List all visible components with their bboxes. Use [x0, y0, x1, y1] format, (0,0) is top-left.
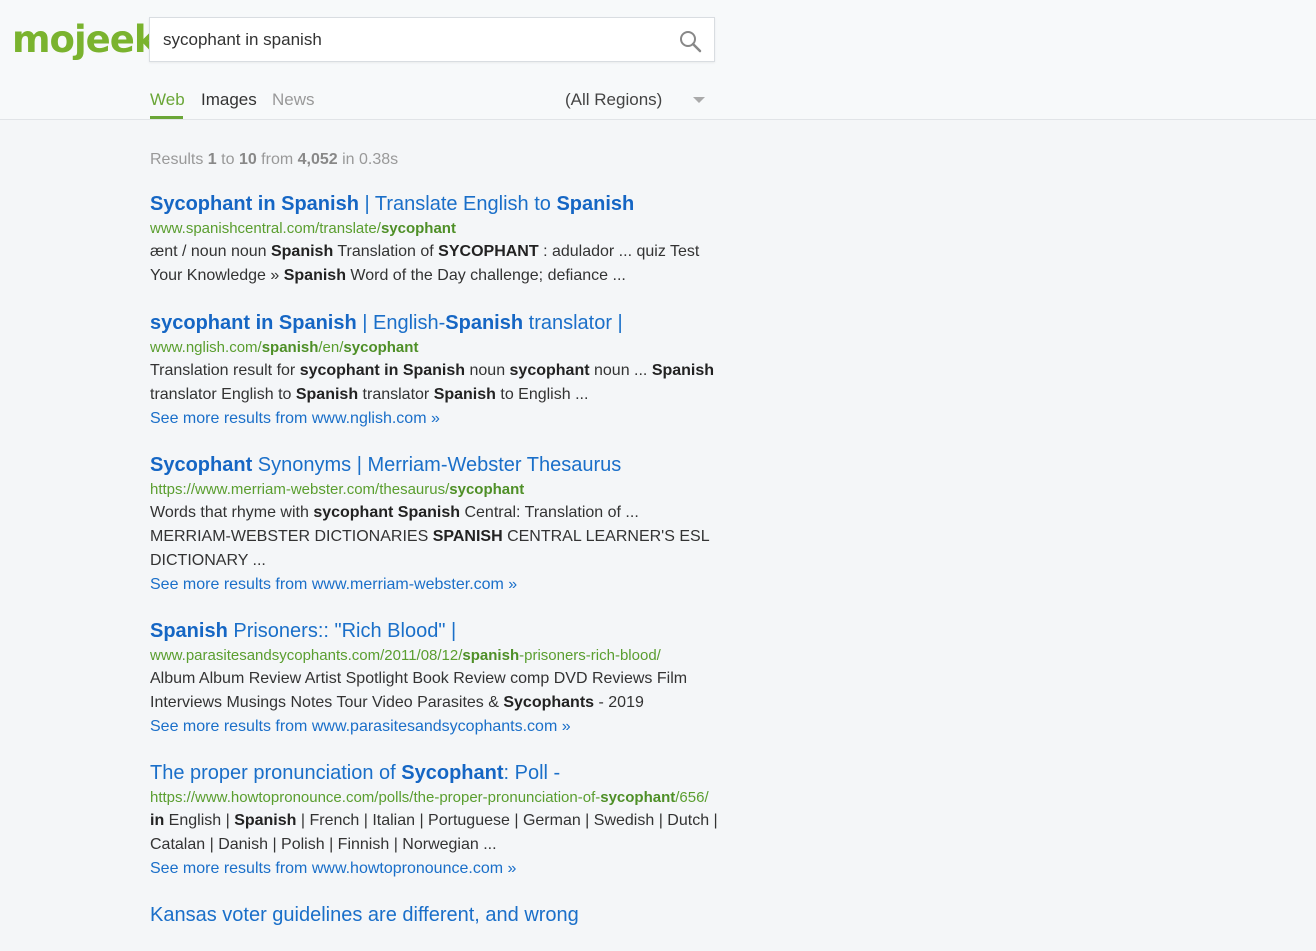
see-more-results-link[interactable]: See more results from www.parasitesandsy… [150, 715, 720, 738]
result-snippet: Album Album Review Artist Spotlight Book… [150, 670, 688, 711]
chevron-down-icon[interactable] [693, 97, 705, 103]
result-snippet: in English | Spanish | French | Italian … [150, 812, 718, 853]
result-title-link[interactable]: The proper pronunciation of Sycophant: P… [150, 761, 720, 786]
active-tab-indicator [150, 116, 183, 119]
search-icon[interactable] [678, 29, 702, 53]
mojeek-logo[interactable]: mojeek [12, 18, 158, 62]
search-input[interactable] [163, 18, 663, 61]
region-select[interactable]: (All Regions) [565, 90, 662, 110]
search-result: Spanish Prisoners:: "Rich Blood" | www.pa… [150, 619, 720, 738]
result-title-link[interactable]: Sycophant Synonyms | Merriam-Webster The… [150, 453, 720, 478]
result-url[interactable]: https://www.howtopronounce.com/polls/the… [150, 786, 720, 809]
see-more-results-link[interactable]: See more results from www.merriam-webste… [150, 573, 720, 596]
result-url[interactable]: www.parasitesandsycophants.com/2011/08/1… [150, 644, 720, 667]
search-result: The proper pronunciation of Sycophant: P… [150, 761, 720, 880]
header: mojeek Web Images News (All Regions) [0, 0, 1316, 120]
search-box [149, 17, 715, 62]
result-title-link[interactable]: sycophant in Spanish | English-Spanish t… [150, 311, 720, 336]
result-snippet: ænt / noun noun Spanish Translation of S… [150, 243, 700, 284]
search-result: Sycophant in Spanish | Translate English… [150, 192, 720, 288]
results-list: Sycophant in Spanish | Translate English… [150, 192, 720, 951]
see-more-results-link[interactable]: See more results from www.nglish.com » [150, 407, 720, 430]
tab-web[interactable]: Web [150, 90, 185, 110]
result-snippet: Words that rhyme with sycophant Spanish … [150, 504, 709, 569]
result-url[interactable]: https://www.merriam-webster.com/thesauru… [150, 478, 720, 501]
search-result: sycophant in Spanish | English-Spanish t… [150, 311, 720, 430]
results-count: Results 1 to 10 from 4,052 in 0.38s [150, 151, 399, 168]
search-result: Sycophant Synonyms | Merriam-Webster The… [150, 453, 720, 596]
result-snippet: Translation result for sycophant in Span… [150, 362, 715, 403]
result-title-link[interactable]: Spanish Prisoners:: "Rich Blood" | [150, 619, 720, 644]
tab-images[interactable]: Images [201, 90, 257, 110]
see-more-results-link[interactable]: See more results from www.howtopronounce… [150, 857, 720, 880]
result-url[interactable]: www.nglish.com/spanish/en/sycophant [150, 336, 720, 359]
result-title-link[interactable]: Kansas voter guidelines are different, a… [150, 903, 720, 928]
result-url[interactable]: www.spanishcentral.com/translate/sycopha… [150, 217, 720, 240]
tab-news[interactable]: News [272, 90, 315, 110]
result-title-link[interactable]: Sycophant in Spanish | Translate English… [150, 192, 720, 217]
search-result: Kansas voter guidelines are different, a… [150, 903, 720, 928]
